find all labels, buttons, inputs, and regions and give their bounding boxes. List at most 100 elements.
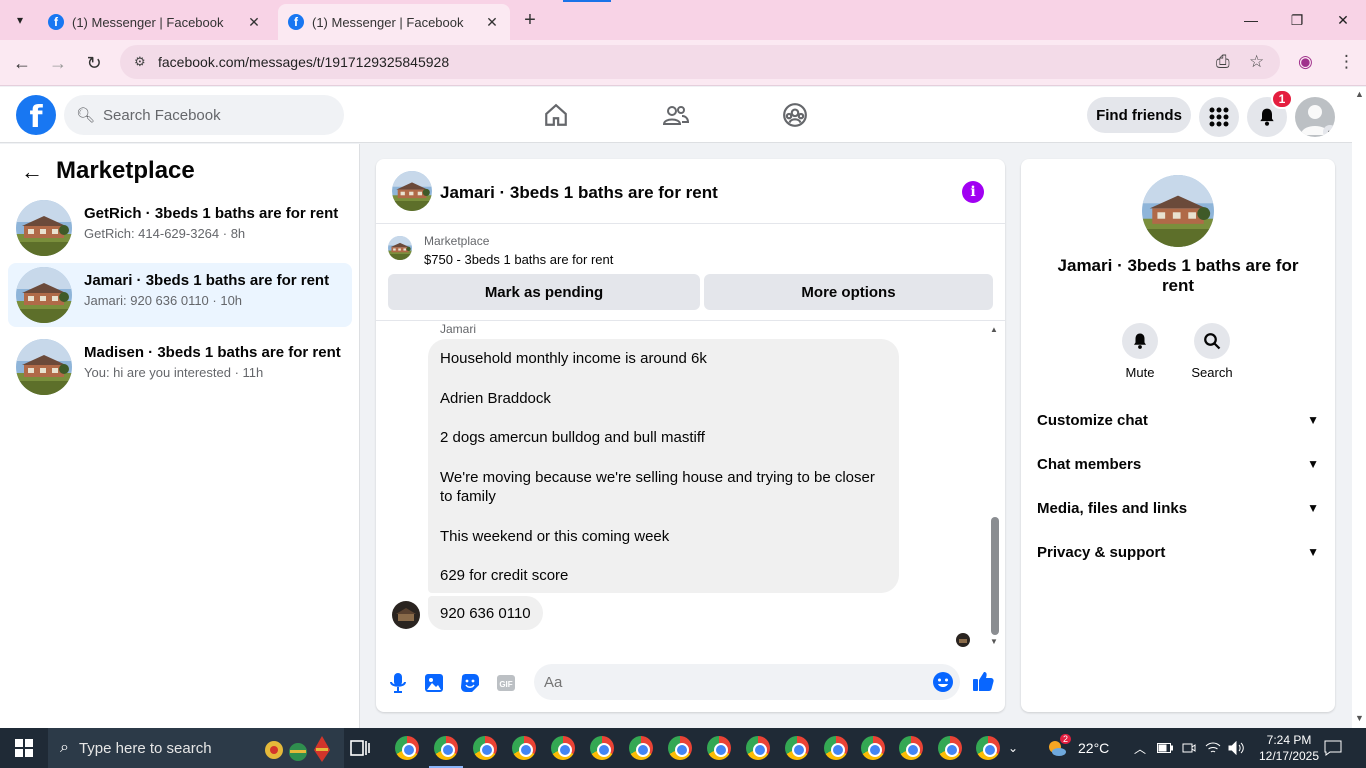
chat-members-section[interactable]: Chat members ▼ — [1029, 444, 1327, 484]
marketplace-label: Marketplace — [424, 234, 490, 248]
install-app-icon[interactable]: ⎙ — [1216, 52, 1230, 72]
chrome-taskbar-icon[interactable] — [668, 736, 692, 760]
more-options-button[interactable]: More options — [704, 274, 993, 310]
like-thumbs-up-icon[interactable] — [972, 670, 994, 692]
chrome-taskbar-icon[interactable] — [899, 736, 923, 760]
meet-now-icon[interactable] — [1182, 728, 1196, 768]
conversation-item-madisen[interactable]: Madisen · 3beds 1 baths are for rent You… — [8, 335, 352, 399]
chat-title[interactable]: Jamari · 3beds 1 baths are for rent — [440, 183, 718, 203]
conversation-name: Jamari · 3beds 1 baths are for rent — [84, 272, 330, 289]
chrome-taskbar-icon[interactable] — [473, 736, 497, 760]
taskbar-clock[interactable]: 7:24 PM 12/17/2025 — [1258, 732, 1320, 764]
browser-tab-2-active[interactable]: f (1) Messenger | Facebook ✕ — [278, 4, 510, 40]
facebook-search-input[interactable]: 🔍︎ Search Facebook — [64, 95, 344, 135]
chrome-taskbar-icon[interactable] — [976, 736, 1000, 760]
sticker-icon[interactable] — [459, 672, 481, 694]
friends-icon[interactable] — [660, 99, 692, 131]
menu-grid-button[interactable] — [1199, 97, 1239, 137]
conversation-item-getrich[interactable]: GetRich · 3beds 1 baths are for rent Get… — [8, 196, 352, 260]
address-bar[interactable]: ⚙ facebook.com/messages/t/19171293258459… — [120, 45, 1280, 79]
section-label: Privacy & support — [1037, 543, 1166, 561]
close-tab-icon[interactable]: ✕ — [484, 14, 500, 31]
message-input[interactable] — [534, 664, 960, 700]
site-settings-icon[interactable]: ⚙ — [134, 54, 150, 70]
chrome-taskbar-icon[interactable] — [590, 736, 614, 760]
new-tab-button[interactable]: + — [518, 8, 542, 32]
reload-button[interactable]: ↻ — [81, 50, 107, 76]
close-tab-icon[interactable]: ✕ — [246, 14, 262, 31]
find-friends-button[interactable]: Find friends — [1087, 97, 1191, 133]
section-label: Customize chat — [1037, 411, 1148, 429]
sidebar-title: Marketplace — [56, 157, 195, 184]
conversation-name: GetRich · 3beds 1 baths are for rent — [84, 205, 339, 222]
home-icon[interactable] — [540, 99, 572, 131]
chrome-taskbar-icon[interactable] — [746, 736, 770, 760]
sender-avatar[interactable] — [392, 601, 420, 629]
scroll-up-arrow-icon[interactable]: ▲ — [1355, 89, 1364, 99]
conversation-item-jamari[interactable]: Jamari · 3beds 1 baths are for rent Jama… — [8, 263, 352, 327]
listing-thumbnail — [16, 200, 72, 256]
show-hidden-icons-chevron-icon[interactable]: ︿ — [1134, 728, 1146, 768]
browser-tab-1[interactable]: f (1) Messenger | Facebook ✕ — [38, 4, 272, 40]
search-icon — [1194, 323, 1230, 359]
volume-icon[interactable] — [1228, 728, 1244, 768]
profile-icon[interactable]: ◉ — [1298, 52, 1313, 72]
gif-icon[interactable]: GIF — [495, 672, 517, 694]
tab-search-dropdown[interactable]: ▾ — [8, 8, 32, 32]
chat-thumbnail[interactable] — [392, 171, 432, 211]
weather-widget[interactable]: 2 22°C — [1046, 728, 1109, 768]
mute-button[interactable]: Mute — [1110, 323, 1170, 380]
chrome-taskbar-icon[interactable] — [824, 736, 848, 760]
notification-center-icon[interactable] — [1324, 728, 1342, 768]
facebook-logo-icon[interactable]: f — [16, 95, 56, 135]
groups-icon[interactable] — [779, 99, 811, 131]
photo-gallery-icon[interactable] — [423, 672, 445, 694]
forward-button[interactable]: → — [45, 50, 71, 76]
chrome-taskbar-icon[interactable] — [434, 736, 458, 760]
chat-details-image[interactable] — [1142, 175, 1214, 247]
search-in-chat-button[interactable]: Search — [1182, 323, 1242, 380]
restore-button[interactable]: ❐ — [1285, 8, 1309, 32]
back-button[interactable]: ← — [9, 50, 35, 76]
close-window-button[interactable]: ✕ — [1331, 8, 1355, 32]
privacy-support-section[interactable]: Privacy & support ▼ — [1029, 532, 1327, 572]
chrome-taskbar-icon[interactable] — [861, 736, 885, 760]
account-avatar[interactable]: ▾ — [1295, 97, 1335, 137]
listing-price-title[interactable]: $750 - 3beds 1 baths are for rent — [424, 252, 613, 267]
network-icon[interactable] — [1205, 728, 1221, 768]
taskbar-overflow-chevron-icon[interactable]: ⌄ — [1008, 728, 1018, 768]
chrome-taskbar-icon[interactable] — [938, 736, 962, 760]
battery-icon[interactable] — [1157, 728, 1173, 768]
chrome-taskbar-icon[interactable] — [512, 736, 536, 760]
taskbar-search-box[interactable]: ⌕ Type here to search — [48, 728, 344, 768]
microphone-icon[interactable] — [387, 672, 409, 694]
scroll-down-arrow-icon[interactable]: ▼ — [990, 637, 998, 646]
page-scrollbar[interactable]: ▲ ▼ — [1352, 87, 1366, 728]
chrome-taskbar-icon[interactable] — [707, 736, 731, 760]
media-files-links-section[interactable]: Media, files and links ▼ — [1029, 488, 1327, 528]
info-icon[interactable]: i — [962, 181, 984, 203]
facebook-favicon-icon: f — [288, 14, 304, 30]
chrome-taskbar-icon[interactable] — [395, 736, 419, 760]
seen-indicator-avatar — [956, 633, 970, 647]
emoji-icon[interactable] — [932, 671, 954, 693]
scroll-down-arrow-icon[interactable]: ▼ — [1355, 713, 1364, 723]
message-bubble[interactable]: Household monthly income is around 6k Ad… — [428, 339, 899, 593]
browser-menu-icon[interactable]: ⋮ — [1338, 52, 1355, 72]
message-composer: GIF — [376, 662, 1005, 702]
chat-panel: Jamari · 3beds 1 baths are for rent i Ma… — [376, 159, 1005, 712]
bookmark-star-icon[interactable]: ☆ — [1249, 52, 1264, 72]
minimize-button[interactable]: — — [1239, 8, 1263, 32]
scroll-up-arrow-icon[interactable]: ▲ — [990, 325, 998, 334]
windows-start-button[interactable] — [0, 728, 48, 768]
mark-as-pending-button[interactable]: Mark as pending — [388, 274, 700, 310]
customize-chat-section[interactable]: Customize chat ▼ — [1029, 400, 1327, 440]
chrome-taskbar-icon[interactable] — [629, 736, 653, 760]
back-arrow-icon[interactable]: ← — [20, 159, 44, 184]
message-scrollbar-thumb[interactable] — [991, 517, 999, 635]
message-line: Household monthly income is around 6k — [440, 350, 707, 367]
chrome-taskbar-icon[interactable] — [551, 736, 575, 760]
message-bubble-last[interactable]: 920 636 0110 — [428, 596, 543, 630]
task-view-icon[interactable] — [348, 736, 372, 760]
chrome-taskbar-icon[interactable] — [785, 736, 809, 760]
